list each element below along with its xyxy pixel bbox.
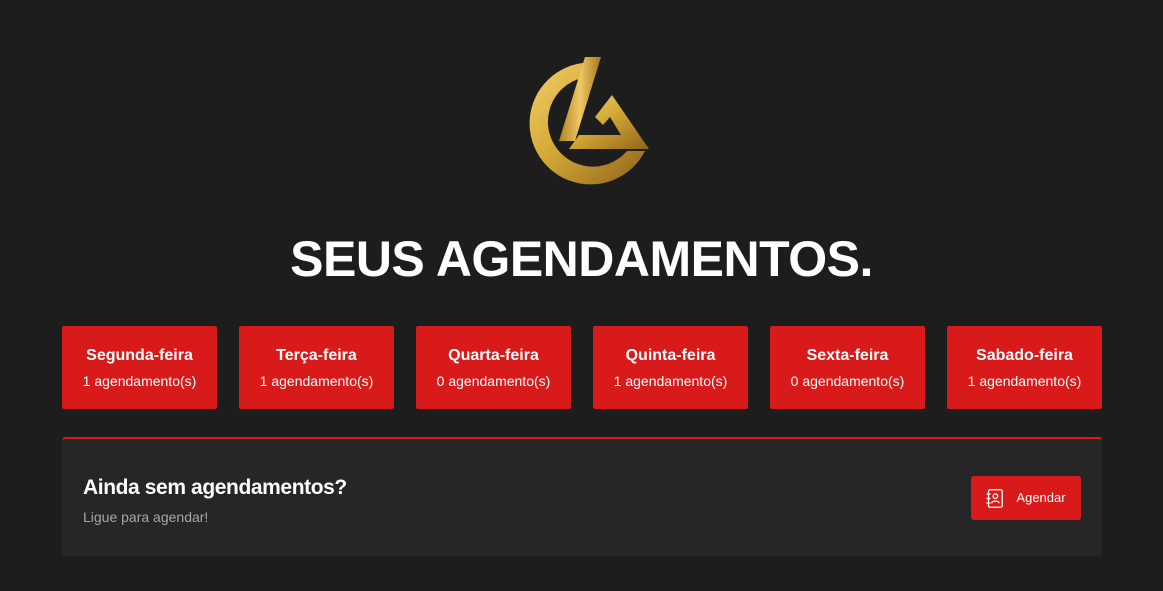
day-name: Sexta-feira (806, 347, 889, 364)
day-name: Quinta-feira (625, 347, 716, 364)
schedule-button[interactable]: Agendar (971, 476, 1081, 520)
day-name: Sabado-feira (976, 347, 1073, 364)
contact-book-icon (986, 488, 1004, 508)
day-name: Quarta-feira (448, 347, 539, 364)
day-card-quarta[interactable]: Quarta-feira 0 agendamento(s) (416, 326, 571, 409)
panel-title: Ainda sem agendamentos? (83, 476, 347, 499)
day-appointment-count: 1 agendamento(s) (967, 373, 1082, 389)
day-card-quinta[interactable]: Quinta-feira 1 agendamento(s) (593, 326, 748, 409)
schedule-button-label: Agendar (1016, 490, 1066, 505)
day-card-sabado[interactable]: Sabado-feira 1 agendamento(s) (947, 326, 1102, 409)
page-title: SEUS AGENDAMENTOS. (290, 231, 873, 287)
weekday-list: Segunda-feira 1 agendamento(s) Terça-fei… (62, 326, 1102, 409)
panel-subtitle: Ligue para agendar! (83, 509, 209, 525)
day-name: Terça-feira (276, 347, 357, 364)
no-appointments-panel: Ainda sem agendamentos? Ligue para agend… (62, 437, 1102, 556)
day-card-sexta[interactable]: Sexta-feira 0 agendamento(s) (770, 326, 925, 409)
day-appointment-count: 1 agendamento(s) (259, 373, 374, 389)
day-appointment-count: 0 agendamento(s) (790, 373, 905, 389)
day-card-terca[interactable]: Terça-feira 1 agendamento(s) (239, 326, 394, 409)
brand-logo (529, 57, 649, 185)
day-card-segunda[interactable]: Segunda-feira 1 agendamento(s) (62, 326, 217, 409)
day-appointment-count: 1 agendamento(s) (613, 373, 728, 389)
day-appointment-count: 0 agendamento(s) (436, 373, 551, 389)
day-name: Segunda-feira (86, 347, 193, 364)
day-appointment-count: 1 agendamento(s) (82, 373, 197, 389)
page: SEUS AGENDAMENTOS. Segunda-feira 1 agend… (0, 0, 1163, 591)
